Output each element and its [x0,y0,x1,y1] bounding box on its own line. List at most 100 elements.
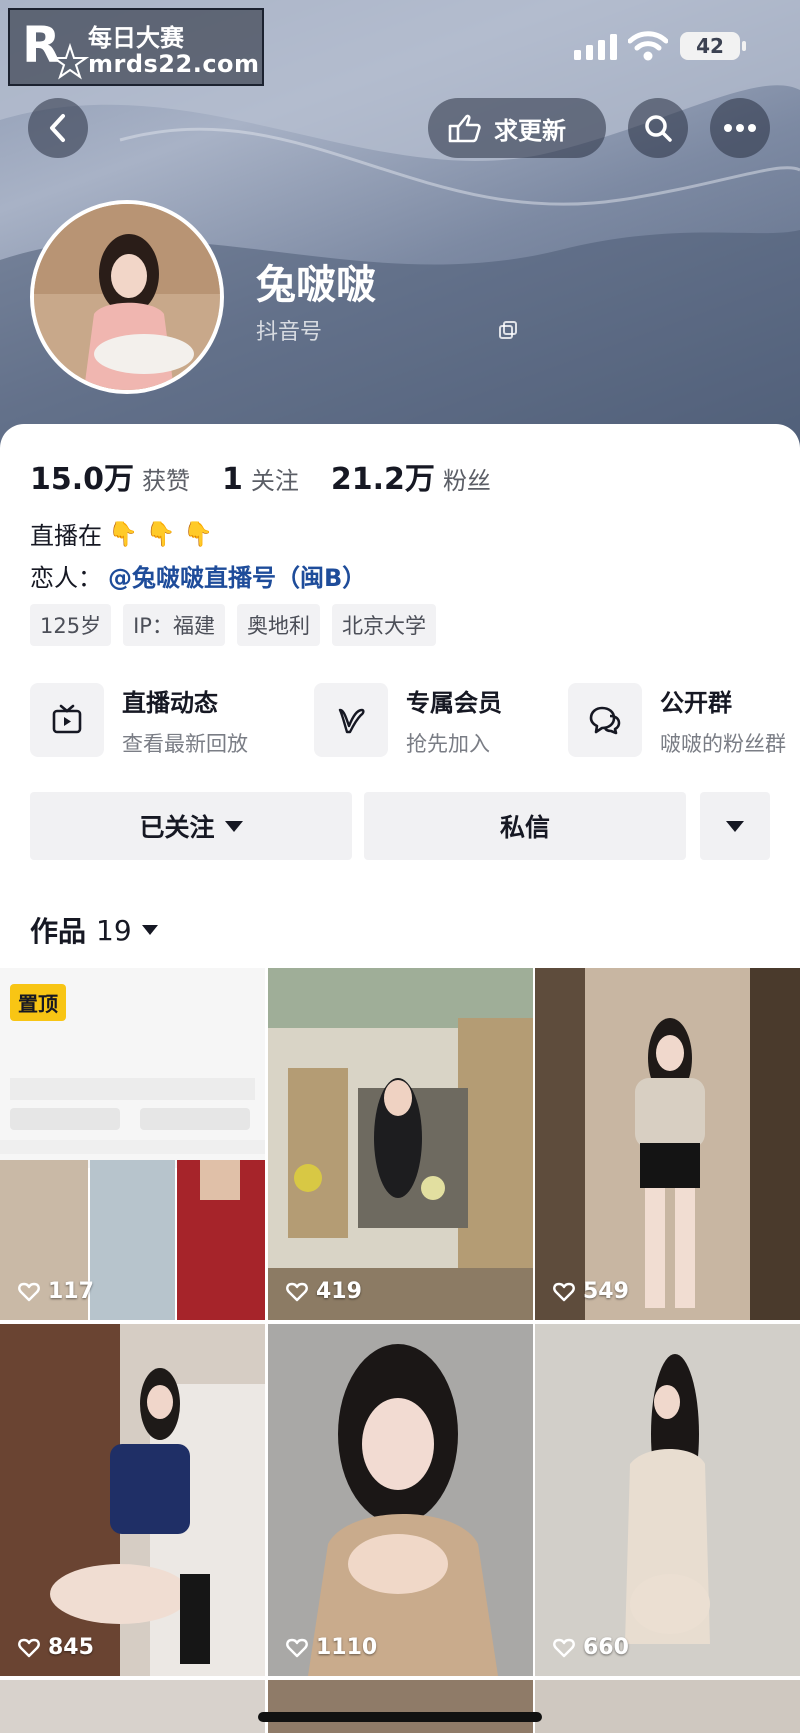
heart-icon [18,1638,40,1657]
video-thumbnail[interactable]: 549 [535,968,800,1320]
stat-likes: 15.0万 获赞 [30,454,190,498]
profile-cover: R 每日大赛 mrds22.com 42 求更新 兔啵啵 抖音号 [0,0,800,460]
heart-icon [553,1638,575,1657]
service-title: 公开群 [660,688,732,717]
back-button[interactable] [28,98,88,158]
stat-following-value: 1 [222,462,243,497]
video-likes-count: 660 [583,1635,629,1660]
profile-stats: 15.0万 获赞 1 关注 21.2万 粉丝 [30,454,491,498]
video-thumbnail[interactable]: 419 [268,968,533,1320]
video-likes: 419 [286,1279,362,1304]
avatar[interactable] [30,200,224,394]
video-thumbnail[interactable] [535,1680,800,1733]
chevron-left-icon [50,114,65,142]
service-subtitle: 啵啵的粉丝群 [660,731,786,756]
video-likes: 660 [553,1635,629,1660]
tag-location: 奥地利 [236,604,320,646]
v-icon [314,683,388,757]
service-subtitle: 查看最新回放 [122,731,248,756]
stat-following-label: 关注 [250,467,299,495]
video-thumbnail[interactable]: 660 [535,1324,800,1676]
video-cover-photo [535,1324,800,1676]
video-thumbnail[interactable] [0,1680,265,1733]
bio-lover-link[interactable]: @兔啵啵直播号（闽B） [108,558,366,593]
search-button[interactable] [628,98,688,158]
video-thumbnail[interactable]: 1110 [268,1324,533,1676]
avatar-photo [34,204,220,390]
followed-label: 已关注 [139,813,215,842]
chat-group-icon [568,683,642,757]
douyin-id: 抖音号 [256,314,518,346]
tag-age: 125岁 [30,604,112,646]
service-subtitle: 抢先加入 [406,731,490,756]
watermark-title: 每日大赛 [88,24,184,52]
message-label: 私信 [499,813,550,842]
stat-likes-label: 获赞 [142,467,191,495]
stat-followers[interactable]: 21.2万 粉丝 [331,454,491,498]
stat-followers-value: 21.2万 [330,462,435,497]
video-likes-count: 419 [316,1279,362,1304]
video-grid: 置顶 117 419 549 845 1110 660 [0,968,800,1733]
douyin-id-label: 抖音号 [256,320,323,345]
stat-likes-value: 15.0万 [30,462,135,497]
video-likes: 845 [18,1635,94,1660]
service-entries: 直播动态 查看最新回放 专属会员 抢先加入 公开群 啵啵的粉丝群 [30,680,800,760]
profile-sheet: 15.0万 获赞 1 关注 21.2万 粉丝 直播在 👇 👇 👇 恋人： @兔啵… [0,424,800,1733]
copy-icon[interactable] [498,320,518,340]
video-cover-photo [0,1680,265,1733]
caret-down-icon [224,820,243,832]
service-live-updates[interactable]: 直播动态 查看最新回放 [30,680,248,760]
video-cover-photo [268,1324,533,1676]
request-update-button[interactable]: 求更新 [428,98,606,158]
request-update-label: 求更新 [494,116,566,145]
service-title: 专属会员 [406,688,502,717]
bio-line-1: 直播在 👇 👇 👇 [30,516,213,551]
profile-actions: 已关注 私信 [30,792,770,860]
bio-lover-label: 恋人： [30,564,102,592]
more-dots-icon [724,124,756,132]
video-likes-count: 549 [583,1279,629,1304]
followed-button[interactable]: 已关注 [30,792,352,860]
works-tab-label: 作品 [30,915,87,948]
heart-icon [18,1282,40,1301]
more-options-button[interactable] [710,98,770,158]
video-thumbnail[interactable]: 845 [0,1324,265,1676]
works-tab-count: 19 [96,913,132,947]
service-public-group[interactable]: 公开群 啵啵的粉丝群 [568,680,786,760]
service-title: 直播动态 [122,688,218,717]
video-likes: 549 [553,1279,629,1304]
stat-followers-label: 粉丝 [442,467,491,495]
video-cover-photo [268,968,533,1320]
pointing-hand-icon [448,114,481,143]
bio-line-2: 恋人： @兔啵啵直播号（闽B） [30,558,366,593]
nickname: 兔啵啵 [256,262,376,308]
service-membership[interactable]: 专属会员 抢先加入 [314,680,502,760]
video-thumbnail[interactable] [268,1680,533,1733]
message-button[interactable]: 私信 [364,792,686,860]
tv-icon [30,683,104,757]
heart-icon [286,1282,308,1301]
video-cover-photo [535,1680,800,1733]
video-likes: 117 [18,1279,94,1304]
more-actions-dropdown[interactable] [700,792,770,860]
home-indicator[interactable] [258,1712,542,1722]
wifi-icon [628,31,668,61]
signal-icon [574,34,617,60]
video-thumbnail[interactable]: 置顶 117 [0,968,265,1320]
works-tab[interactable]: 作品 19 [30,910,158,950]
caret-down-icon [141,925,158,935]
bio-live-text: 直播在 [30,522,102,550]
heart-icon [286,1638,308,1657]
watermark: R 每日大赛 mrds22.com [8,8,264,86]
svg-text:R: R [22,16,61,74]
search-icon [645,115,672,142]
tag-school[interactable]: 北京大学 [331,604,436,646]
stat-following[interactable]: 1 关注 [222,461,299,497]
video-cover-photo [535,968,800,1320]
video-cover-photo [268,1680,533,1733]
video-likes: 1110 [286,1635,377,1660]
tag-ip: IP：福建 [123,604,225,646]
video-likes-count: 1110 [316,1635,378,1660]
video-cover-photo [0,1324,265,1676]
heart-icon [553,1282,575,1301]
